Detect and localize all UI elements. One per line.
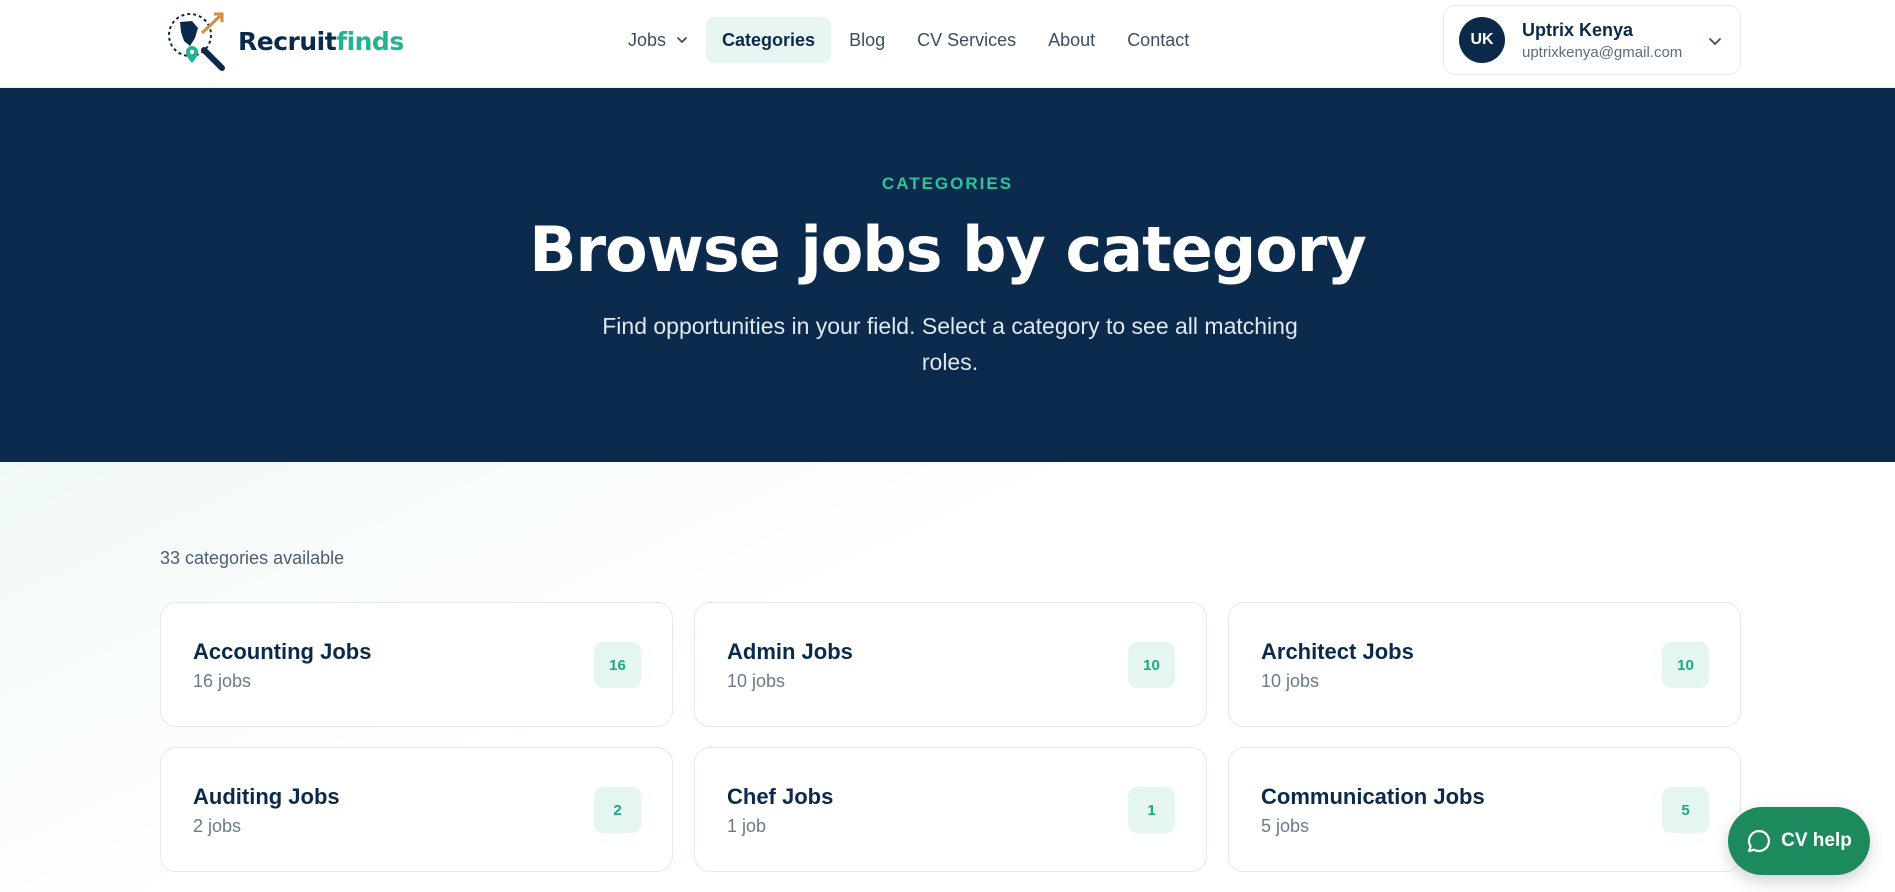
category-card[interactable]: Communication Jobs 5 jobs 5 — [1228, 747, 1741, 872]
hero-subtitle: Find opportunities in your field. Select… — [602, 313, 1298, 375]
nav-categories[interactable]: Categories — [706, 17, 832, 63]
user-email: uptrixkenya@gmail.com — [1522, 43, 1683, 61]
hero-eyebrow: CATEGORIES — [881, 174, 1014, 193]
nav-contact[interactable]: Contact — [1111, 17, 1205, 63]
category-name: Admin Jobs — [727, 639, 853, 664]
brand-logo[interactable]: Recruitfinds — [162, 8, 404, 74]
category-count-badge: 5 — [1662, 787, 1709, 833]
brand-name-part1: Recruit — [238, 26, 337, 56]
nav-about[interactable]: About — [1032, 17, 1111, 63]
nav-cv-services[interactable]: CV Services — [901, 17, 1032, 63]
nav-blog[interactable]: Blog — [833, 17, 901, 63]
brand-name: Recruitfinds — [238, 27, 404, 56]
avatar: UK — [1459, 17, 1505, 63]
category-card[interactable]: Auditing Jobs 2 jobs 2 — [160, 747, 673, 872]
user-name: Uptrix Kenya — [1522, 19, 1634, 40]
hero-section: CATEGORIES Browse jobs by category Find … — [0, 88, 1895, 462]
chevron-down-icon — [677, 37, 687, 43]
category-count-badge: 10 — [1662, 642, 1709, 688]
nav-jobs[interactable]: Jobs — [612, 17, 704, 63]
category-jobs-label: 2 jobs — [193, 816, 242, 836]
category-card[interactable]: Architect Jobs 10 jobs 10 — [1228, 602, 1741, 727]
category-count-badge: 10 — [1128, 642, 1175, 688]
brand-name-part2: finds — [336, 26, 404, 56]
category-jobs-label: 1 job — [727, 816, 767, 836]
chat-bubble-icon — [1748, 829, 1771, 853]
category-count-badge: 2 — [594, 787, 641, 833]
category-card[interactable]: Chef Jobs 1 job 1 — [694, 747, 1207, 872]
category-jobs-label: 16 jobs — [193, 671, 252, 691]
main-nav: Jobs Categories Blog CV Services About C… — [612, 16, 1205, 64]
site-header: Recruitfinds Jobs Categories Blog CV Ser… — [0, 0, 1895, 88]
chevron-down-icon — [1709, 38, 1721, 45]
user-info: Uptrix Kenya uptrixkenya@gmail.com — [1522, 20, 1682, 61]
cv-help-label: CV help — [1781, 830, 1852, 851]
category-name: Architect Jobs — [1261, 639, 1414, 664]
category-card[interactable]: Admin Jobs 10 jobs 10 — [694, 602, 1207, 727]
categories-count: 33 categories available — [160, 548, 345, 568]
category-name: Communication Jobs — [1261, 784, 1485, 809]
nav-jobs-label: Jobs — [628, 29, 667, 50]
category-card[interactable]: Accounting Jobs 16 jobs 16 — [160, 602, 673, 727]
user-menu-button[interactable]: UK Uptrix Kenya uptrixkenya@gmail.com — [1443, 5, 1741, 75]
category-count-badge: 1 — [1128, 787, 1175, 833]
category-name: Accounting Jobs — [193, 639, 372, 664]
category-jobs-label: 5 jobs — [1261, 816, 1310, 836]
category-jobs-label: 10 jobs — [1261, 671, 1320, 691]
cv-help-button[interactable]: CV help — [1728, 807, 1870, 875]
category-count-badge: 16 — [594, 642, 641, 688]
category-name: Auditing Jobs — [193, 784, 340, 809]
category-jobs-label: 10 jobs — [727, 671, 786, 691]
category-name: Chef Jobs — [727, 784, 834, 809]
logo-icon — [168, 12, 225, 71]
page-title: Browse jobs by category — [529, 213, 1367, 286]
